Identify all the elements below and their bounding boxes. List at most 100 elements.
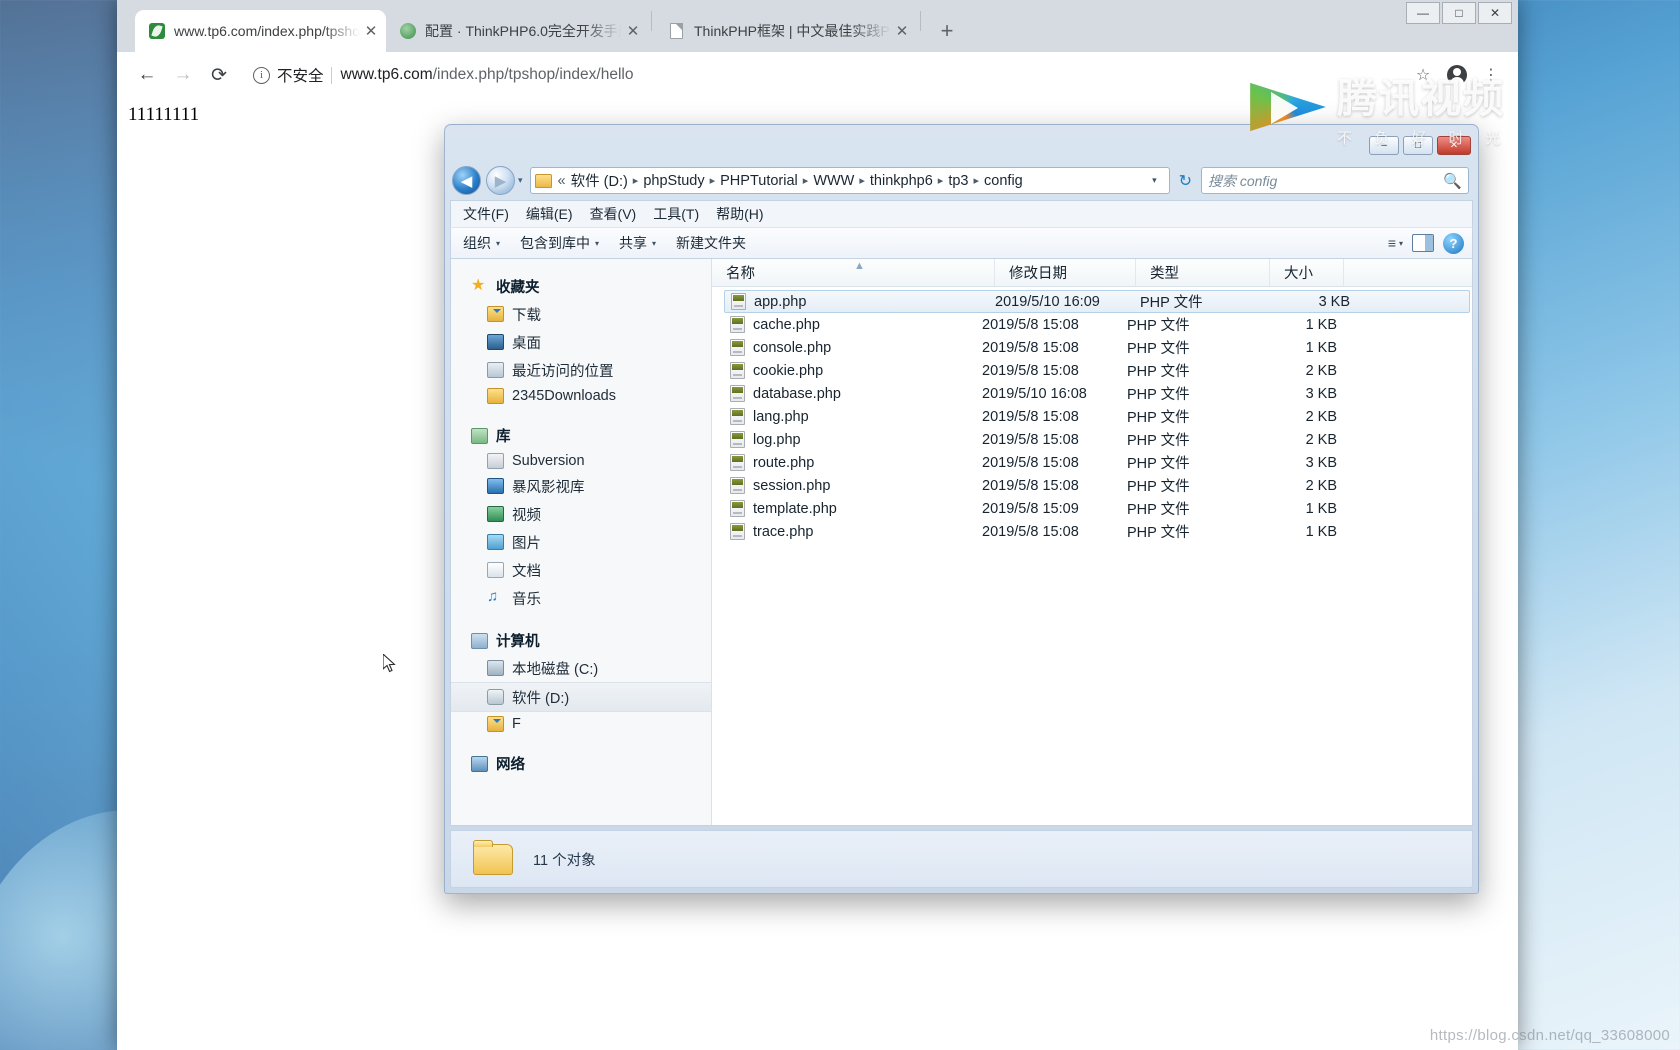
sidebar-item-drive-d[interactable]: 软件 (D:) [451,682,711,712]
breadcrumb-item-4[interactable]: thinkphp6 [870,173,933,189]
table-row[interactable]: cache.php 2019/5/8 15:08 PHP 文件 1 KB [712,313,1472,336]
close-button[interactable]: ✕ [1478,2,1512,24]
table-row[interactable]: template.php 2019/5/8 15:09 PHP 文件 1 KB [712,497,1472,520]
breadcrumb-item-2[interactable]: PHPTutorial [720,173,798,189]
column-header-type[interactable]: 类型 [1136,259,1270,286]
browser-tab-2[interactable]: 配置 · ThinkPHP6.0完全开发手册 ✕ [386,10,648,52]
table-row[interactable]: trace.php 2019/5/8 15:08 PHP 文件 1 KB [712,520,1472,543]
close-button[interactable]: ✕ [1437,136,1471,155]
file-size-cell: 3 KB [1305,385,1337,402]
breadcrumb-overflow[interactable]: « [558,173,566,189]
sidebar-item-drive-f[interactable]: F [451,712,711,735]
tab-close-icon[interactable]: ✕ [891,20,913,42]
file-name-cell: session.php [712,477,982,494]
forward-button[interactable]: → [165,57,201,93]
sidebar-item-baofeng[interactable]: 暴风影视库 [451,472,711,500]
explorer-back-button[interactable]: ◀ [452,166,481,195]
table-row[interactable]: database.php 2019/5/10 16:08 PHP 文件 3 KB [712,382,1472,405]
browser-tab-1[interactable]: www.tp6.com/index.php/tpsho ✕ [135,10,386,52]
file-type-cell: PHP 文件 [1127,456,1190,472]
sidebar-item-documents[interactable]: 文档 [451,556,711,584]
new-folder-button[interactable]: 新建文件夹 [676,233,746,253]
sidebar-item-label: 暴风影视库 [512,479,585,496]
tab-close-icon[interactable]: ✕ [360,20,382,42]
menu-file[interactable]: 文件(F) [463,204,509,224]
sidebar-item-music[interactable]: ♫ 音乐 [451,584,711,612]
table-row[interactable]: cookie.php 2019/5/8 15:08 PHP 文件 2 KB [712,359,1472,382]
bookmark-star-icon[interactable]: ☆ [1408,60,1438,90]
php-file-icon [730,431,745,448]
file-name-cell: trace.php [712,523,982,540]
sidebar-item-videos[interactable]: 视频 [451,500,711,528]
new-tab-button[interactable]: + [932,16,962,46]
profile-avatar[interactable] [1442,60,1472,90]
help-icon[interactable]: ? [1443,232,1464,254]
url-host: www.tp6.com [340,66,433,83]
mouse-cursor-icon [383,654,396,673]
sidebar-item-subversion[interactable]: Subversion [451,449,711,472]
file-type-cell: PHP 文件 [1127,433,1190,449]
table-row[interactable]: lang.php 2019/5/8 15:08 PHP 文件 2 KB [712,405,1472,428]
nav-header-network[interactable]: 网络 [451,750,711,777]
sidebar-item-downloads[interactable]: 下载 [451,300,711,328]
breadcrumb-item-0[interactable]: 软件 (D:) [571,170,628,191]
breadcrumb-item-6[interactable]: config [984,173,1023,189]
breadcrumb-item-1[interactable]: phpStudy [643,173,704,189]
file-date-cell: 2019/5/8 15:08 [982,339,1079,356]
menu-tools[interactable]: 工具(T) [653,204,699,224]
reload-button[interactable]: ⟳ [201,57,237,93]
nav-header-computer[interactable]: 计算机 [451,627,711,654]
search-input[interactable]: 搜索 config 🔍 [1201,167,1469,194]
menu-view[interactable]: 查看(V) [590,204,637,224]
explorer-body: ★ 收藏夹 下载 桌面 最近访问的位置 2345Downloads 库 Subv… [450,259,1473,826]
nav-header-favorites[interactable]: ★ 收藏夹 [451,273,711,300]
table-row[interactable]: console.php 2019/5/8 15:08 PHP 文件 1 KB [712,336,1472,359]
file-type-cell: PHP 文件 [1127,387,1190,403]
maximize-button[interactable]: □ [1442,2,1476,24]
minimize-button[interactable]: — [1406,2,1440,24]
maximize-button[interactable]: □ [1403,136,1433,155]
sidebar-item-label: 最近访问的位置 [512,363,614,380]
back-button[interactable]: ← [129,57,165,93]
column-header-size[interactable]: 大小 [1270,259,1344,286]
column-header-date[interactable]: 修改日期 [995,259,1136,286]
minimize-button[interactable]: – [1369,136,1399,155]
include-in-library-button[interactable]: 包含到库中 ▾ [520,233,599,253]
sidebar-item-desktop[interactable]: 桌面 [451,328,711,356]
table-row[interactable]: route.php 2019/5/8 15:08 PHP 文件 3 KB [712,451,1472,474]
library-icon [471,427,488,444]
tab-close-icon[interactable]: ✕ [622,20,644,42]
file-name-cell: console.php [712,339,982,356]
view-options-icon[interactable]: ≡ ▾ [1388,235,1403,251]
folder-icon [534,173,552,188]
explorer-history-caret[interactable]: ▾ [518,175,523,186]
breadcrumb-item-5[interactable]: tp3 [948,173,968,189]
sidebar-item-recent-places[interactable]: 最近访问的位置 [451,356,711,384]
organize-button[interactable]: 组织 ▾ [463,233,500,253]
explorer-forward-button[interactable]: ▶ [486,166,515,195]
navigation-pane[interactable]: ★ 收藏夹 下载 桌面 最近访问的位置 2345Downloads 库 Subv… [451,259,712,825]
sidebar-item-label: Subversion [512,452,585,469]
chrome-menu-icon[interactable]: ⋮ [1476,60,1506,90]
browser-tab-3[interactable]: ThinkPHP框架 | 中文最佳实践PH ✕ [655,10,917,52]
sidebar-item-label: 音乐 [512,591,541,608]
sidebar-item-local-disk-c[interactable]: 本地磁盘 (C:) [451,654,711,682]
refresh-icon[interactable]: ↻ [1175,171,1196,191]
search-placeholder: 搜索 config [1208,172,1278,189]
info-circle-icon[interactable]: i [253,66,270,84]
breadcrumb[interactable]: « 软件 (D:) ▸ phpStudy ▸ PHPTutorial ▸ WWW… [529,167,1170,194]
menu-help[interactable]: 帮助(H) [716,204,763,224]
chevron-down-icon[interactable]: ▾ [1144,175,1165,186]
share-button[interactable]: 共享 ▾ [619,233,656,253]
address-bar[interactable]: i 不安全 www.tp6.com/index.php/tpshop/index… [245,60,1404,90]
sidebar-item-pictures[interactable]: 图片 [451,528,711,556]
breadcrumb-item-3[interactable]: WWW [813,173,854,189]
menu-edit[interactable]: 编辑(E) [526,204,573,224]
table-row[interactable]: app.php 2019/5/10 16:09 PHP 文件 3 KB [724,290,1470,313]
nav-header-libraries[interactable]: 库 [451,422,711,449]
preview-pane-icon[interactable] [1412,234,1434,252]
sidebar-item-2345downloads[interactable]: 2345Downloads [451,384,711,407]
explorer-titlebar[interactable]: – □ ✕ [450,130,1473,166]
table-row[interactable]: log.php 2019/5/8 15:08 PHP 文件 2 KB [712,428,1472,451]
table-row[interactable]: session.php 2019/5/8 15:08 PHP 文件 2 KB [712,474,1472,497]
